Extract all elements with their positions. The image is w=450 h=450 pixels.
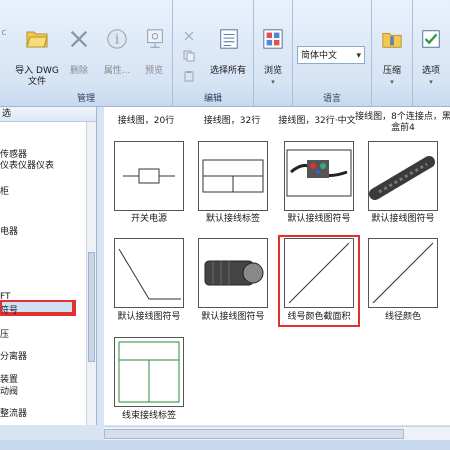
options-label: 选项 (421, 66, 440, 76)
group-manage: c 导入 DWG 文件 删除 i 属性... 预览 管理 (0, 0, 173, 106)
svg-text:i: i (115, 33, 119, 48)
ribbon: c 导入 DWG 文件 删除 i 属性... 预览 管理 选择所有 编辑 浏览 … (0, 0, 450, 107)
cut-icon (184, 31, 194, 41)
checkbox-icon (422, 30, 440, 48)
connector-3d-icon (204, 260, 264, 286)
compress-folder-icon (382, 33, 402, 48)
select-all-label: 选择所有 (209, 66, 246, 76)
group-language-label: 语言 (322, 94, 341, 104)
tree-item[interactable]: 压 (0, 327, 9, 340)
gallery-caption: 接线图，20行 (117, 116, 175, 126)
tree-panel-header: 选 (0, 107, 96, 122)
thumbnail-default-symbol-3[interactable] (114, 238, 184, 308)
language-select[interactable]: 简体中文 ▾ (297, 46, 365, 64)
connector-image-icon (286, 149, 352, 197)
delete-label: 删除 (69, 66, 88, 76)
language-select-value: 简体中文 (301, 51, 338, 61)
paste-icon (184, 71, 194, 82)
chevron-down-icon: ▾ (356, 51, 361, 61)
delete-x-icon (70, 30, 88, 48)
harness-label-table-icon (118, 341, 180, 403)
compress-label: 压缩 (382, 66, 401, 76)
tree-highlight-box (0, 300, 76, 316)
browse-dropdown-icon: ▾ (271, 78, 275, 86)
scrollbar-thumb[interactable] (104, 429, 404, 439)
group-compress: 压缩 ▾ (372, 0, 413, 106)
gallery-caption: 接线图，8个连接点，黑盒前4 (355, 112, 450, 133)
tree-item[interactable]: 仪表仪器仪表 (0, 158, 54, 171)
import-dwg-button[interactable]: 导入 DWG 文件 (12, 28, 62, 88)
thumbnail-default-label[interactable] (198, 141, 268, 211)
tree-item[interactable]: 柜 (0, 184, 9, 197)
gallery-caption: 默认接线图符号 (371, 214, 435, 224)
group-edit: 选择所有 编辑 (173, 0, 254, 106)
copy-icon (183, 50, 195, 62)
group-edit-label: 编辑 (203, 94, 222, 104)
browse-button[interactable]: 浏览 ▾ (258, 28, 288, 88)
preview-icon (147, 29, 163, 48)
delete-button[interactable]: 删除 (66, 28, 92, 77)
cable-image-icon (369, 156, 435, 200)
gallery-caption: 默认接线图符号 (201, 312, 265, 322)
gallery-caption: 默认接线标签 (205, 214, 260, 224)
group-manage-label: 管理 (76, 94, 95, 104)
scrollbar-thumb[interactable] (88, 252, 95, 362)
compress-button[interactable]: 压缩 ▾ (377, 28, 407, 88)
tree-panel: 选 传感器 仪表仪器仪表 柜 电器 FT 符号 压 分离器 装置 动阀 整流器 (0, 107, 97, 425)
tree-item[interactable]: 动阀 (0, 384, 18, 397)
gallery-horizontal-scrollbar[interactable] (104, 426, 450, 441)
preview-button[interactable]: 预览 (140, 28, 168, 77)
gallery-caption: 接线图，32行·中文 (278, 116, 356, 126)
gallery-caption: 线径颜色 (384, 312, 421, 322)
status-bar (0, 440, 450, 450)
options-button[interactable]: 选项 ▾ (415, 28, 447, 88)
thumbnail-wire-gauge-color[interactable] (368, 238, 438, 308)
label-table-icon (202, 159, 264, 193)
partial-button[interactable]: c (0, 28, 8, 39)
group-view: 浏览 ▾ (254, 0, 293, 106)
browse-grid-icon (263, 29, 283, 49)
compress-dropdown-icon: ▾ (390, 78, 394, 86)
select-all-button[interactable]: 选择所有 (205, 28, 251, 77)
tree-item[interactable]: 电器 (0, 224, 18, 237)
thumbnail-default-symbol-4[interactable] (198, 238, 268, 308)
partial-button-label: c (1, 28, 7, 38)
thumbnail-default-symbol-1[interactable] (284, 141, 354, 211)
tree-item[interactable]: 整流器 (0, 406, 27, 419)
browse-label: 浏览 (263, 66, 282, 76)
thumbnail-harness-label[interactable] (114, 337, 184, 407)
import-dwg-label: 导入 DWG 文件 (15, 66, 59, 87)
gallery-caption: 线束接线标签 (121, 411, 176, 421)
folder-open-icon (26, 31, 48, 48)
diagonal-line-icon (372, 242, 434, 304)
info-icon: i (107, 29, 127, 49)
options-dropdown-icon: ▾ (429, 78, 433, 86)
thumbnail-default-symbol-2[interactable] (368, 141, 438, 211)
preview-label: 预览 (144, 66, 163, 76)
tree-item[interactable]: 分离器 (0, 349, 27, 362)
tree-vertical-scrollbar[interactable] (86, 122, 96, 425)
switch-power-symbol-icon (123, 168, 175, 184)
bend-line-icon (118, 248, 181, 300)
group-options: 选项 ▾ (413, 0, 450, 106)
symbol-gallery: 接线图，20行 接线图，32行 接线图，32行·中文 接线图，8个连接点，黑盒前… (104, 107, 450, 425)
thumbnail-switch-power[interactable] (114, 141, 184, 211)
properties-label: 属性... (103, 66, 131, 76)
select-all-icon (220, 29, 238, 49)
properties-button[interactable]: i 属性... (100, 28, 134, 77)
